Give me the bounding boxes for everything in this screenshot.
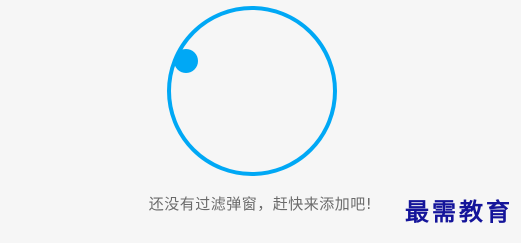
spinner-ring — [167, 6, 337, 176]
watermark-logo: 最需教育 — [405, 197, 513, 226]
loading-spinner-icon — [166, 5, 338, 177]
spinner-dot — [174, 49, 198, 73]
